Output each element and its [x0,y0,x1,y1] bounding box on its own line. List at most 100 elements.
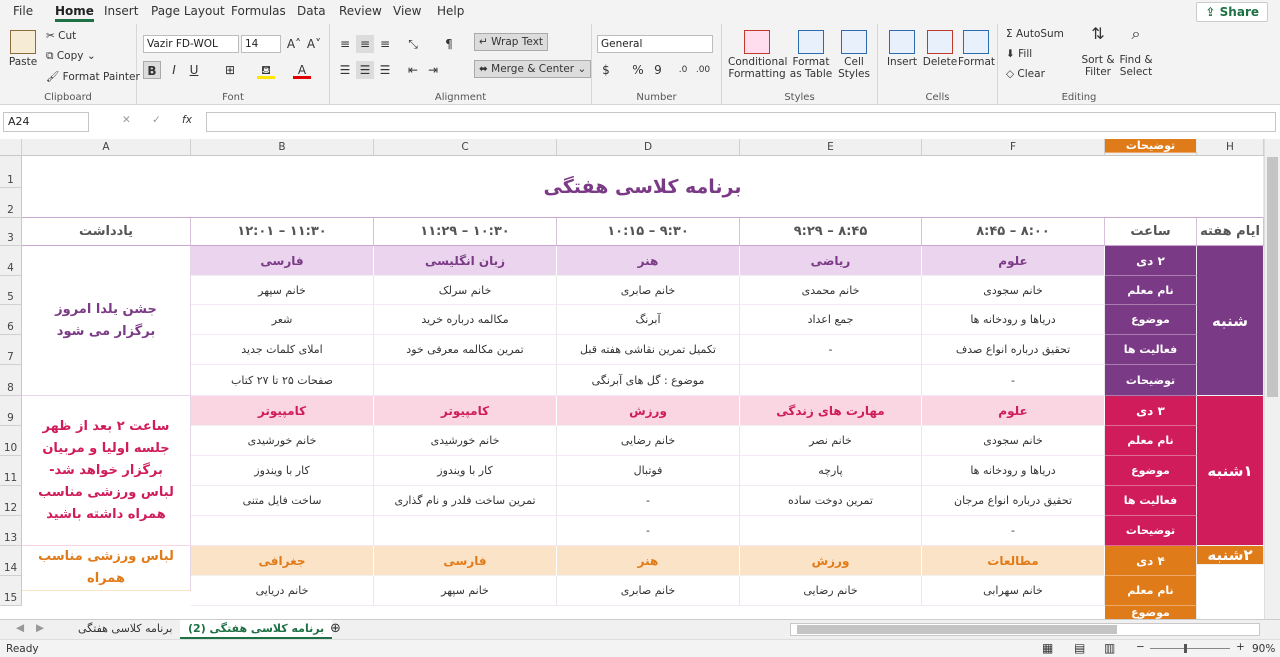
schedule-title[interactable]: برنامه کلاسی هفتگی [22,156,1264,218]
format-painter-button[interactable]: 🖌 Format Painter [46,70,140,83]
normal-view-icon[interactable]: ▦ [1042,641,1053,655]
number-format-select[interactable]: General [597,35,713,53]
schedule-cell[interactable]: خانم نصر [740,426,922,456]
zoom-slider-handle[interactable] [1184,644,1187,653]
paste-button[interactable]: Paste [6,30,40,68]
menu-view[interactable]: View [393,4,421,18]
font-size-select[interactable]: 14 [241,35,281,53]
bold-button[interactable]: B [143,61,161,79]
subject-cell[interactable]: ریاضی [740,246,922,276]
delete-cells-button[interactable]: Delete [922,30,958,68]
header-cell[interactable]: ۹:۳۰ – ۱۰:۱۵ [557,218,740,246]
find-select-button[interactable]: ⌕ Find & Select [1118,26,1154,79]
schedule-cell[interactable]: خانم دریایی [191,576,374,606]
day-name-cell[interactable]: شنبه [1197,246,1264,396]
schedule-cell[interactable]: صفحات ۲۵ تا ۲۷ کتاب [191,365,374,396]
decrease-decimal-icon[interactable]: .00 [694,61,712,79]
row-header-11[interactable]: 11 [0,456,22,486]
font-name-select[interactable]: Vazir FD-WOL [143,35,239,53]
subject-cell[interactable]: ورزش [740,546,922,576]
row-header-4[interactable]: 4 [0,246,22,276]
zoom-slider[interactable] [1150,644,1230,653]
schedule-cell[interactable]: کار با ویندوز [374,456,557,486]
row-label-cell[interactable]: توضیحات [1105,516,1197,546]
row-header-10[interactable]: 10 [0,426,22,456]
add-sheet-icon[interactable]: ⊕ [330,621,341,636]
menu-insert[interactable]: Insert [104,4,138,18]
row-label-cell[interactable]: موضوع [1105,606,1197,619]
italic-button[interactable]: I [165,61,183,79]
row-header-3[interactable]: 3 [0,218,22,246]
subject-cell[interactable]: هنر [557,546,740,576]
header-cell[interactable]: ایام هفته [1197,218,1264,246]
memo-cell[interactable]: ساعت ۲ بعد از ظهر جلسه اولیا و مربیان بر… [22,396,191,546]
column-header-f[interactable]: F [922,139,1105,156]
schedule-cell[interactable]: ساخت فایل متنی [191,486,374,516]
menu-page-layout[interactable]: Page Layout [151,4,225,18]
schedule-cell[interactable]: خانم رضایی [740,576,922,606]
tab-weekly-schedule-2[interactable]: برنامه کلاسی هفتگی (2) [180,620,333,639]
memo-cell[interactable]: جشن یلدا امروز برگزار می شود [22,246,191,396]
font-color-button[interactable]: A [293,61,311,79]
subject-cell[interactable]: فارسی [374,546,557,576]
schedule-cell[interactable]: شعر [191,305,374,335]
schedule-cell[interactable]: کار با ویندوز [191,456,374,486]
row-label-cell[interactable]: توضیحات [1105,139,1197,153]
row-header-13[interactable]: 13 [0,516,22,546]
cut-button[interactable]: ✂ Cut [46,30,76,42]
day-name-cell[interactable]: ۲شنبه [1197,546,1264,565]
increase-indent-icon[interactable]: ⇥ [424,61,442,79]
row-header-5[interactable]: 5 [0,276,22,305]
vertical-scroll-thumb[interactable] [1267,157,1278,397]
grow-font-button[interactable]: A˄ [285,35,303,53]
subject-cell[interactable]: مهارت های زندگی [740,396,922,426]
worksheet-grid[interactable]: ABCDEFGH 123456789101112131415 برنامه کل… [0,139,1280,619]
insert-cells-button[interactable]: Insert [884,30,920,68]
subject-cell[interactable]: علوم [922,246,1105,276]
text-direction-icon[interactable]: ¶ [440,35,458,53]
tab-next-icon[interactable]: ▶ [36,622,44,634]
memo-cell[interactable]: لباس ورزشی مناسب همراه [22,546,191,591]
cancel-icon[interactable]: ✕ [122,114,131,126]
schedule-cell[interactable]: خانم سجودی [922,276,1105,305]
schedule-cell[interactable]: خانم سهرابی [922,576,1105,606]
schedule-cell[interactable]: پارچه [740,456,922,486]
cell-styles-button[interactable]: Cell Styles [834,30,874,80]
fill-color-button[interactable]: ⛾ [257,61,275,79]
day-date-cell[interactable]: ۲ دی [1105,246,1197,276]
merge-center-button[interactable]: ⬌ Merge & Center ⌄ [474,60,592,78]
subject-cell[interactable]: جغرافی [191,546,374,576]
shrink-font-button[interactable]: A˅ [305,35,323,53]
column-header-d[interactable]: D [557,139,740,156]
row-header-9[interactable]: 9 [0,396,22,426]
share-button[interactable]: ⇪ Share [1196,2,1268,22]
row-label-cell[interactable]: موضوع [1105,456,1197,486]
align-center-icon[interactable]: ☰ [356,61,374,79]
schedule-cell[interactable]: خانم سجودی [922,426,1105,456]
align-bottom-icon[interactable]: ≡ [376,35,394,53]
borders-button[interactable]: ⊞ [221,61,239,79]
column-header-b[interactable]: B [191,139,374,156]
copy-button[interactable]: ⧉ Copy ⌄ [46,50,96,63]
schedule-cell[interactable]: دریاها و رودخانه ها [922,305,1105,335]
zoom-out-icon[interactable]: − [1136,641,1145,653]
zoom-in-icon[interactable]: + [1236,641,1245,653]
page-break-view-icon[interactable]: ▥ [1104,641,1115,655]
schedule-cell[interactable]: خانم صابری [557,276,740,305]
schedule-cell[interactable]: فوتبال [557,456,740,486]
schedule-cell[interactable]: مکالمه درباره خرید [374,305,557,335]
comma-button[interactable]: 9 [649,61,667,79]
schedule-cell[interactable]: خانم سپهر [191,276,374,305]
schedule-cell[interactable]: آبرنگ [557,305,740,335]
day-date-cell[interactable]: ۴ دی [1105,546,1197,576]
row-header-1[interactable]: 1 [0,156,22,188]
header-cell[interactable]: ساعت [1105,218,1197,246]
row-label-cell[interactable]: توضیحات [1105,365,1197,396]
subject-cell[interactable]: مطالعات [922,546,1105,576]
header-cell[interactable]: ۸:۰۰ – ۸:۴۵ [922,218,1105,246]
schedule-cell[interactable] [191,516,374,546]
schedule-cell[interactable]: خانم سپهر [374,576,557,606]
schedule-cell[interactable]: خانم خورشیدی [191,426,374,456]
menu-home[interactable]: Home [55,4,94,22]
row-label-cell[interactable]: نام معلم [1105,576,1197,606]
